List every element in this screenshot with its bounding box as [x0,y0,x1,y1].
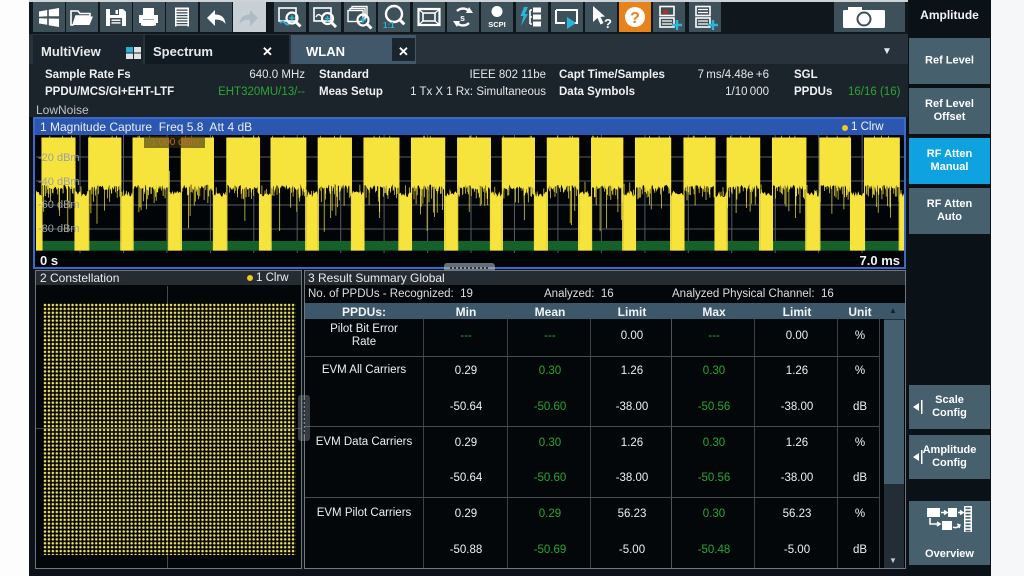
svg-text:?: ? [630,10,640,27]
svg-text:1:1: 1:1 [383,21,395,30]
svg-text:SCPI: SCPI [488,20,506,29]
svg-text:s: s [460,13,465,23]
svg-text:?: ? [604,16,612,31]
